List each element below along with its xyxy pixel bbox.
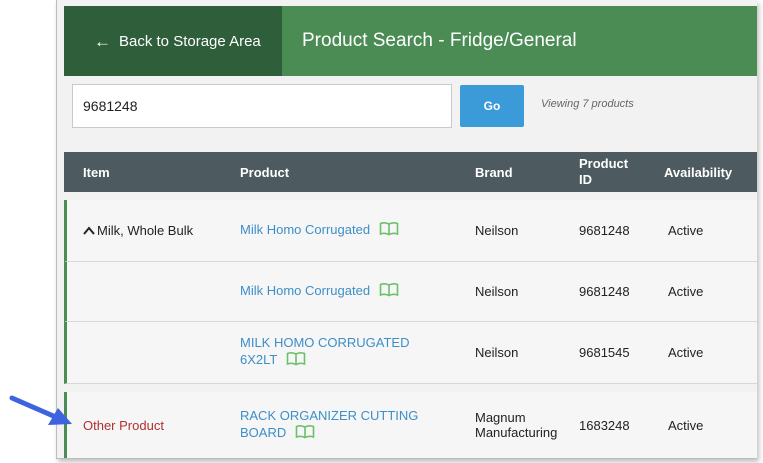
availability: Active xyxy=(668,284,704,299)
item-cell: Other Product xyxy=(83,392,164,458)
app-window: ← Back to Storage Area Product Search - … xyxy=(56,0,757,459)
brand: Neilson xyxy=(475,223,519,238)
header-bar: ← Back to Storage Area Product Search - … xyxy=(64,6,757,76)
product-cell: Milk Homo Corrugated xyxy=(240,200,460,261)
table-row: Other Product RACK ORGANIZER CUTTING BOA… xyxy=(64,392,757,458)
product-link[interactable]: Milk Homo Corrugated xyxy=(240,221,399,240)
table-row: MILK HOMO CORRUGATED 6X2LT Neilson 96815… xyxy=(64,322,757,384)
product-cell: Milk Homo Corrugated xyxy=(240,262,460,321)
item-name: Milk, Whole Bulk xyxy=(97,223,194,238)
column-header-item: Item xyxy=(83,164,110,180)
book-icon[interactable] xyxy=(295,424,315,443)
product-id: 1683248 xyxy=(579,417,630,433)
column-header-availability: Availability xyxy=(664,164,733,180)
brand-line1: Magnum xyxy=(475,410,526,425)
availability: Active xyxy=(668,345,704,360)
product-name-line1: MILK HOMO CORRUGATED xyxy=(240,335,410,350)
product-id: 9681248 xyxy=(579,284,630,299)
viewing-count: Viewing 7 products xyxy=(541,98,634,110)
column-header-brand: Brand xyxy=(475,164,513,180)
brand: Neilson xyxy=(475,345,519,360)
product-name-line1: RACK ORGANIZER CUTTING xyxy=(240,407,419,423)
brand-line2: Manufacturing xyxy=(475,425,558,440)
table-row: Milk, Whole Bulk Milk Homo Corrugated Ne… xyxy=(64,200,757,262)
product-name: Milk Homo Corrugated xyxy=(240,221,371,237)
brand-cell: Magnum Manufacturing xyxy=(475,392,575,458)
book-icon[interactable] xyxy=(379,221,399,240)
chevron-up-icon xyxy=(83,223,95,240)
table-row: Milk Homo Corrugated Neilson 9681248 Act… xyxy=(64,262,757,322)
column-header-product-id: Product ID xyxy=(579,152,628,192)
page-title-bar: Product Search - Fridge/General xyxy=(282,6,757,76)
product-id: 9681545 xyxy=(579,345,630,360)
arrow-left-icon: ← xyxy=(94,31,111,51)
column-header-product-id-line2: ID xyxy=(579,172,592,187)
go-button[interactable]: Go xyxy=(460,85,524,127)
product-id: 9681248 xyxy=(579,223,630,238)
availability: Active xyxy=(668,417,704,433)
back-button-label: Back to Storage Area xyxy=(119,32,261,50)
product-link[interactable]: RACK ORGANIZER CUTTING BOARD xyxy=(240,408,418,443)
product-cell: RACK ORGANIZER CUTTING BOARD xyxy=(240,392,460,458)
column-header-product: Product xyxy=(240,164,290,180)
page-title: Product Search - Fridge/General xyxy=(302,30,577,51)
product-cell: MILK HOMO CORRUGATED 6X2LT xyxy=(240,322,460,383)
item-name-other-product: Other Product xyxy=(83,417,164,433)
search-input[interactable] xyxy=(72,84,452,128)
product-link[interactable]: MILK HOMO CORRUGATED 6X2LT xyxy=(240,335,410,370)
product-name: Milk Homo Corrugated xyxy=(240,282,371,298)
item-group-toggle[interactable]: Milk, Whole Bulk xyxy=(83,200,193,261)
book-icon[interactable] xyxy=(379,282,399,301)
product-name-line2: 6X2LT xyxy=(240,351,278,367)
availability: Active xyxy=(668,223,704,238)
pointer-arrow-icon xyxy=(9,395,72,425)
product-name-line2: BOARD xyxy=(240,424,287,440)
back-to-storage-area-button[interactable]: ← Back to Storage Area xyxy=(64,6,282,76)
product-link[interactable]: Milk Homo Corrugated xyxy=(240,282,399,301)
book-icon[interactable] xyxy=(286,351,306,370)
brand: Neilson xyxy=(475,284,519,299)
column-header-product-id-line1: Product xyxy=(579,156,629,171)
table-header: Item Product Brand Product ID Availabili… xyxy=(64,152,757,192)
